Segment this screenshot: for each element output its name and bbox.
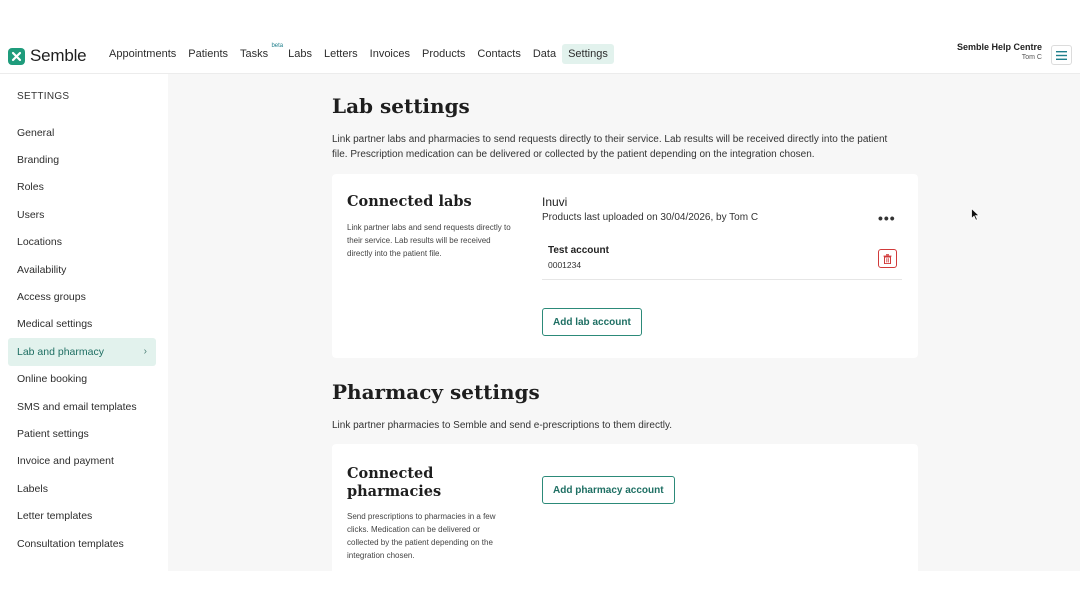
sidebar-item-label: Patient settings bbox=[17, 427, 89, 440]
sidebar-item-label: Letter templates bbox=[17, 510, 93, 523]
connected-pharmacies-card: Connected pharmacies Send prescriptions … bbox=[332, 444, 918, 571]
chevron-right-icon: › bbox=[143, 346, 147, 358]
sidebar-title: SETTINGS bbox=[17, 91, 70, 102]
sidebar-item-label: Branding bbox=[17, 154, 60, 167]
sidebar-item-label: Availability bbox=[17, 263, 67, 276]
nav-settings[interactable]: Settings bbox=[562, 44, 614, 64]
nav-letters[interactable]: Letters bbox=[318, 44, 364, 64]
lab-account-row: Test account 0001234 bbox=[542, 238, 902, 280]
sidebar-item-label: Access groups bbox=[17, 291, 86, 304]
lab-settings-title: Lab settings bbox=[332, 94, 470, 118]
connected-pharmacies-description: Send prescriptions to pharmacies in a fe… bbox=[347, 512, 496, 560]
hamburger-icon bbox=[1056, 50, 1067, 60]
connected-labs-description: Link partner labs and send requests dire… bbox=[347, 223, 511, 258]
mouse-cursor-icon bbox=[971, 208, 980, 221]
sidebar-item-patient-settings[interactable]: Patient settings bbox=[8, 420, 156, 447]
sidebar-item-consultation-templates[interactable]: Consultation templates bbox=[8, 530, 156, 557]
sidebar-item-medical-settings[interactable]: Medical settings bbox=[8, 311, 156, 338]
account-name: Test account bbox=[548, 245, 609, 256]
nav-patients[interactable]: Patients bbox=[182, 44, 234, 64]
lab-name: Inuvi bbox=[542, 195, 568, 209]
nav-invoices[interactable]: Invoices bbox=[364, 44, 416, 64]
sidebar-item-label: Invoice and payment bbox=[17, 455, 114, 468]
connected-labs-card: Connected labs Link partner labs and sen… bbox=[332, 174, 918, 358]
logo-text: Semble bbox=[30, 46, 87, 65]
sidebar-item-label: Online booking bbox=[17, 373, 88, 386]
pharmacy-settings-title: Pharmacy settings bbox=[332, 380, 540, 404]
nav-data[interactable]: Data bbox=[527, 44, 562, 64]
nav-products[interactable]: Products bbox=[416, 44, 471, 64]
connected-pharmacies-title-line2: pharmacies bbox=[347, 483, 442, 500]
sidebar-item-label: Consultation templates bbox=[17, 537, 124, 550]
menu-button[interactable] bbox=[1051, 45, 1072, 65]
lab-settings-description: Link partner labs and pharmacies to send… bbox=[332, 134, 888, 160]
more-options-icon[interactable]: ••• bbox=[878, 210, 896, 226]
help-centre-link[interactable]: Semble Help Centre Tom C bbox=[940, 42, 1042, 61]
delete-account-button[interactable] bbox=[878, 249, 897, 268]
sidebar-item-access-groups[interactable]: Access groups bbox=[8, 283, 156, 310]
nav-tasks-label: Tasks bbox=[240, 48, 269, 60]
sidebar-item-sms-email-templates[interactable]: SMS and email templates bbox=[8, 393, 156, 420]
trash-icon bbox=[883, 253, 892, 264]
sidebar-item-label: Roles bbox=[17, 181, 44, 194]
sidebar-item-locations[interactable]: Locations bbox=[8, 229, 156, 256]
sidebar-item-label: General bbox=[17, 126, 55, 139]
top-navigation: Semble Appointments Patients Tasks beta … bbox=[0, 36, 1080, 74]
sidebar-item-general[interactable]: General bbox=[8, 119, 156, 146]
sidebar-item-availability[interactable]: Availability bbox=[8, 256, 156, 283]
sidebar-item-label: Locations bbox=[17, 236, 62, 249]
sidebar-list: General Branding Roles Users Locations A… bbox=[8, 119, 156, 557]
connected-labs-title: Connected labs bbox=[347, 193, 472, 210]
nav-labs[interactable]: Labs bbox=[282, 44, 318, 64]
sidebar-item-online-booking[interactable]: Online booking bbox=[8, 366, 156, 393]
sidebar-item-labels[interactable]: Labels bbox=[8, 475, 156, 502]
sidebar-item-label: SMS and email templates bbox=[17, 400, 137, 413]
sidebar-item-invoice-and-payment[interactable]: Invoice and payment bbox=[8, 448, 156, 475]
sidebar-item-lab-and-pharmacy[interactable]: Lab and pharmacy › bbox=[8, 338, 156, 366]
account-number: 0001234 bbox=[548, 260, 582, 270]
sidebar-item-label: Lab and pharmacy bbox=[17, 345, 104, 358]
semble-logo-icon bbox=[8, 47, 25, 65]
sidebar-item-label: Users bbox=[17, 208, 45, 221]
lab-upload-meta: Products last uploaded on 30/04/2026, by… bbox=[542, 212, 759, 223]
sidebar-item-label: Labels bbox=[17, 482, 48, 495]
sidebar-item-letter-templates[interactable]: Letter templates bbox=[8, 502, 156, 529]
sidebar-item-branding[interactable]: Branding bbox=[8, 146, 156, 173]
connected-pharmacies-title-line1: Connected bbox=[347, 465, 434, 482]
main-nav: Appointments Patients Tasks beta Labs Le… bbox=[103, 43, 614, 64]
sidebar-item-label: Medical settings bbox=[17, 318, 93, 331]
app-viewport: Semble Appointments Patients Tasks beta … bbox=[0, 36, 1080, 571]
nav-appointments[interactable]: Appointments bbox=[103, 44, 182, 64]
add-pharmacy-account-button[interactable]: Add pharmacy account bbox=[542, 476, 675, 504]
settings-sidebar: SETTINGS General Branding Roles Users Lo… bbox=[0, 74, 168, 571]
connected-pharmacies-title: Connected pharmacies bbox=[347, 465, 441, 501]
sidebar-item-roles[interactable]: Roles bbox=[8, 174, 156, 201]
help-centre-title: Semble Help Centre bbox=[956, 42, 1042, 52]
sidebar-item-users[interactable]: Users bbox=[8, 201, 156, 228]
current-user-name: Tom C bbox=[1021, 54, 1042, 61]
nav-tasks[interactable]: Tasks beta bbox=[234, 43, 283, 64]
semble-logo[interactable]: Semble bbox=[8, 46, 87, 66]
add-lab-account-button[interactable]: Add lab account bbox=[542, 308, 642, 336]
nav-contacts[interactable]: Contacts bbox=[471, 44, 526, 64]
pharmacy-settings-description: Link partner pharmacies to Semble and se… bbox=[332, 420, 672, 431]
